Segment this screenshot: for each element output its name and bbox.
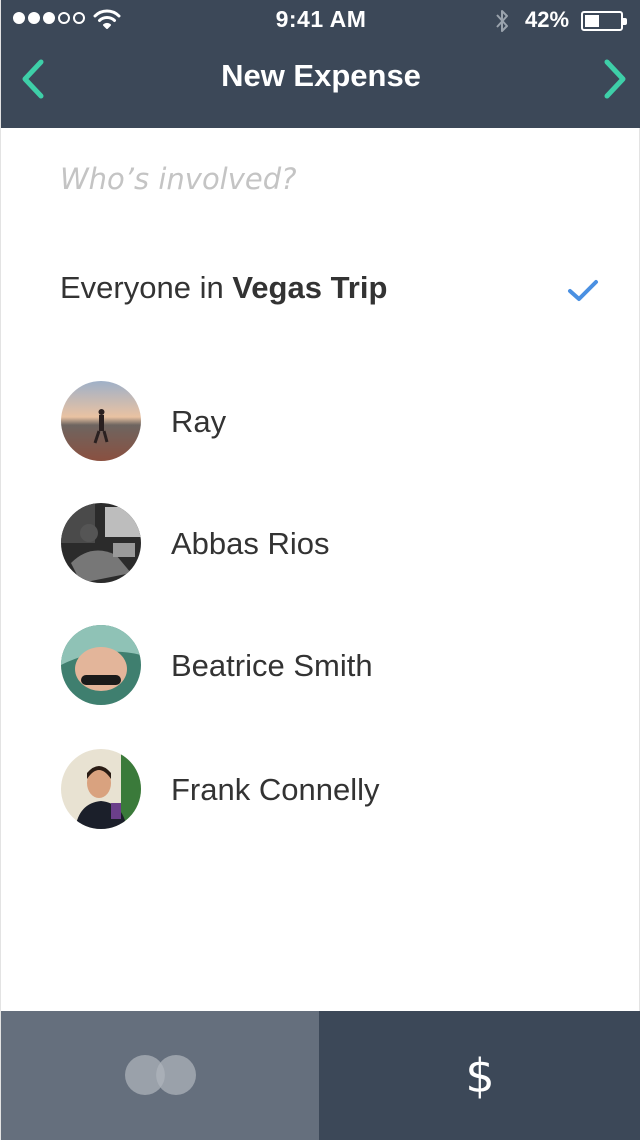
everyone-option[interactable]: Everyone in Vegas Trip <box>1 252 640 328</box>
person-name: Ray <box>171 404 227 439</box>
person-row-ray[interactable]: Ray <box>1 371 640 471</box>
involved-prompt: Who’s involved? <box>60 162 297 196</box>
bottom-tab-bar: $ <box>1 1011 640 1140</box>
status-bar: 9:41 AM 42% <box>1 0 640 40</box>
person-name: Frank Connelly <box>171 772 380 807</box>
avatar <box>61 749 141 829</box>
split-tab[interactable] <box>1 1011 319 1140</box>
group-name: Vegas Trip <box>232 270 388 305</box>
new-expense-screen: 9:41 AM 42% New Expense Who’s involved? … <box>0 0 640 1140</box>
checkmark-icon <box>568 280 598 301</box>
dollar-label: $ <box>465 1049 495 1103</box>
everyone-label: Everyone in Vegas Trip <box>60 270 387 306</box>
person-name: Abbas Rios <box>171 526 330 561</box>
chevron-right-icon[interactable] <box>597 58 633 100</box>
amount-tab[interactable]: $ <box>319 1011 640 1140</box>
avatar <box>61 503 141 583</box>
avatar <box>61 381 141 461</box>
person-row-frank-connelly[interactable]: Frank Connelly <box>1 739 640 839</box>
bluetooth-icon <box>496 10 508 32</box>
person-row-beatrice-smith[interactable]: Beatrice Smith <box>1 615 640 715</box>
battery-nub <box>623 18 627 25</box>
person-row-abbas-rios[interactable]: Abbas Rios <box>1 493 640 593</box>
battery-icon <box>581 11 627 31</box>
everyone-prefix: Everyone in <box>60 270 233 305</box>
person-name: Beatrice Smith <box>171 648 373 683</box>
page-title: New Expense <box>221 58 421 93</box>
split-circles-icon <box>125 1055 196 1095</box>
avatar <box>61 625 141 705</box>
header: 9:41 AM 42% New Expense <box>1 0 640 128</box>
battery-fill <box>585 15 599 27</box>
battery-percent: 42% <box>525 7 570 32</box>
